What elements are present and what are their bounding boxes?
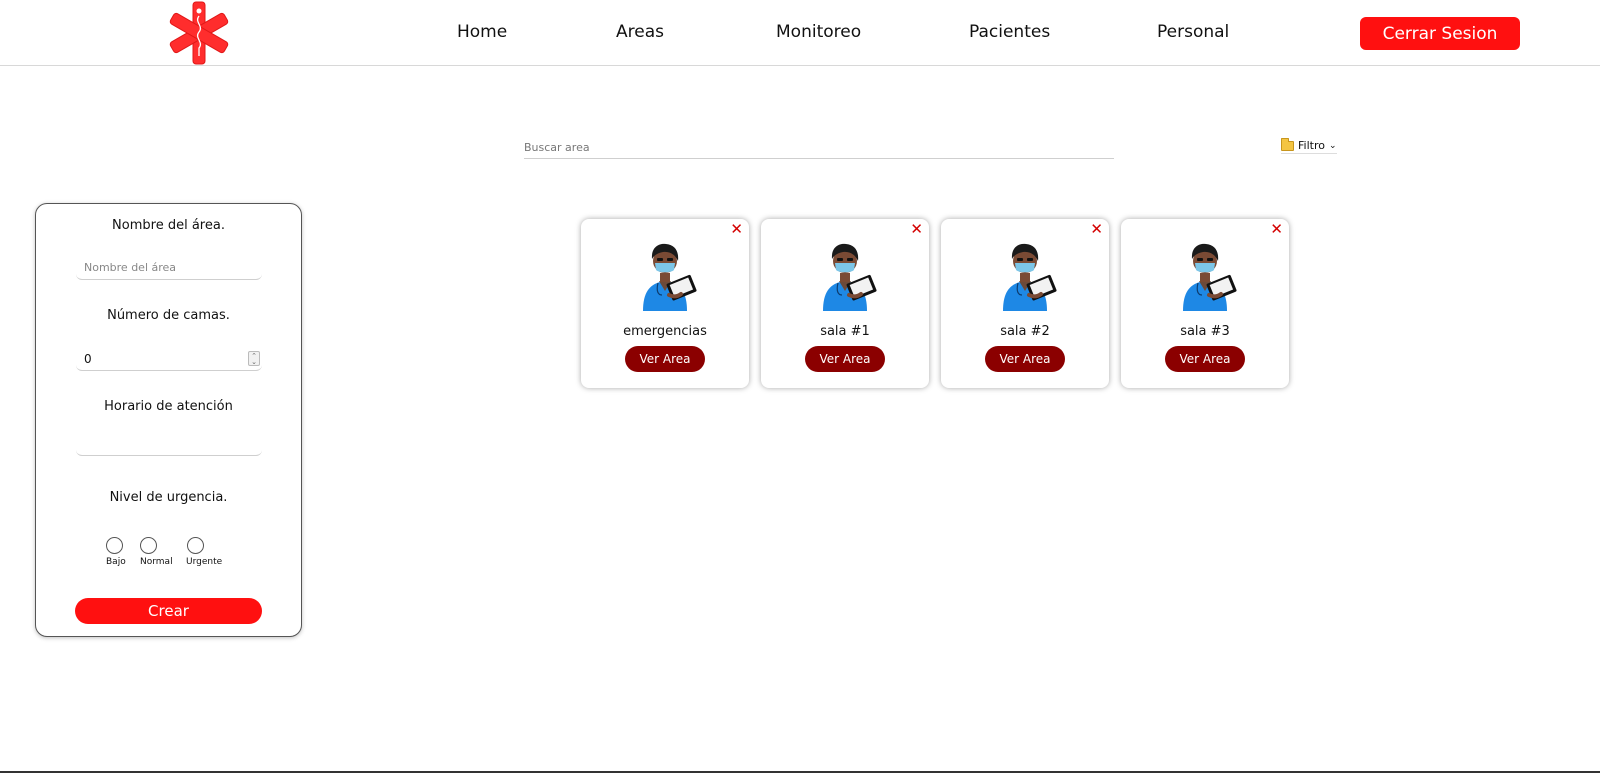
area-card-title: sala #1 xyxy=(820,324,870,339)
beds-label: Número de camas. xyxy=(107,308,230,323)
view-area-button[interactable]: Ver Area xyxy=(625,346,705,372)
area-card: ✕ sala #1 Ver Area xyxy=(761,219,929,388)
urgency-radio-group: Bajo Normal Urgente xyxy=(106,537,236,577)
nurse-illustration xyxy=(1183,243,1237,311)
area-card-title: emergencias xyxy=(623,324,707,339)
nav-personal[interactable]: Personal xyxy=(1157,22,1229,42)
beds-value: 0 xyxy=(84,352,92,366)
beds-number-input[interactable]: 0 ⌃ ⌄ xyxy=(76,347,262,371)
nav-areas[interactable]: Areas xyxy=(616,22,664,42)
view-area-button[interactable]: Ver Area xyxy=(805,346,885,372)
close-icon[interactable]: ✕ xyxy=(910,222,923,237)
area-name-input[interactable] xyxy=(76,256,262,280)
create-button[interactable]: Crear xyxy=(75,598,262,624)
schedule-input[interactable] xyxy=(76,432,262,456)
medical-star-logo[interactable] xyxy=(166,0,232,66)
radio-urgente-label: Urgente xyxy=(186,557,223,567)
close-icon[interactable]: ✕ xyxy=(730,222,743,237)
nav-monitoreo[interactable]: Monitoreo xyxy=(776,22,861,42)
schedule-label: Horario de atención xyxy=(104,399,233,414)
nurse-illustration xyxy=(1003,243,1057,311)
view-area-button[interactable]: Ver Area xyxy=(985,346,1065,372)
close-icon[interactable]: ✕ xyxy=(1090,222,1103,237)
nav-home[interactable]: Home xyxy=(457,22,507,42)
close-icon[interactable]: ✕ xyxy=(1270,222,1283,237)
area-card: ✕ sala #2 Ver Area xyxy=(941,219,1109,388)
area-card-title: sala #2 xyxy=(1000,324,1050,339)
number-stepper-icon[interactable]: ⌃ ⌄ xyxy=(248,351,260,366)
filter-label: Filtro xyxy=(1298,139,1325,152)
area-card: ✕ sala #3 Ver Area xyxy=(1121,219,1289,388)
area-name-label: Nombre del área. xyxy=(112,218,225,233)
nurse-illustration xyxy=(643,243,697,311)
logout-button[interactable]: Cerrar Sesion xyxy=(1360,17,1520,50)
folder-icon xyxy=(1281,137,1294,151)
search-area-input[interactable] xyxy=(524,136,1114,159)
radio-bajo[interactable] xyxy=(106,537,123,554)
radio-bajo-label: Bajo xyxy=(106,557,126,567)
top-nav-bar: Home Areas Monitoreo Pacientes Personal … xyxy=(0,0,1600,66)
urgency-label: Nivel de urgencia. xyxy=(109,490,228,505)
radio-normal[interactable] xyxy=(140,537,157,554)
chevron-down-icon: ⌄ xyxy=(1328,140,1337,151)
nav-pacientes[interactable]: Pacientes xyxy=(969,22,1050,42)
filter-dropdown[interactable]: Filtro ⌄ xyxy=(1281,137,1337,154)
area-card-title: sala #3 xyxy=(1180,324,1230,339)
radio-urgente[interactable] xyxy=(187,537,204,554)
view-area-button[interactable]: Ver Area xyxy=(1165,346,1245,372)
area-card: ✕ emergencias Ver Area xyxy=(581,219,749,388)
radio-normal-label: Normal xyxy=(140,557,173,567)
nurse-illustration xyxy=(823,243,877,311)
create-area-form: Nombre del área. Número de camas. 0 ⌃⌄ H… xyxy=(35,203,302,637)
